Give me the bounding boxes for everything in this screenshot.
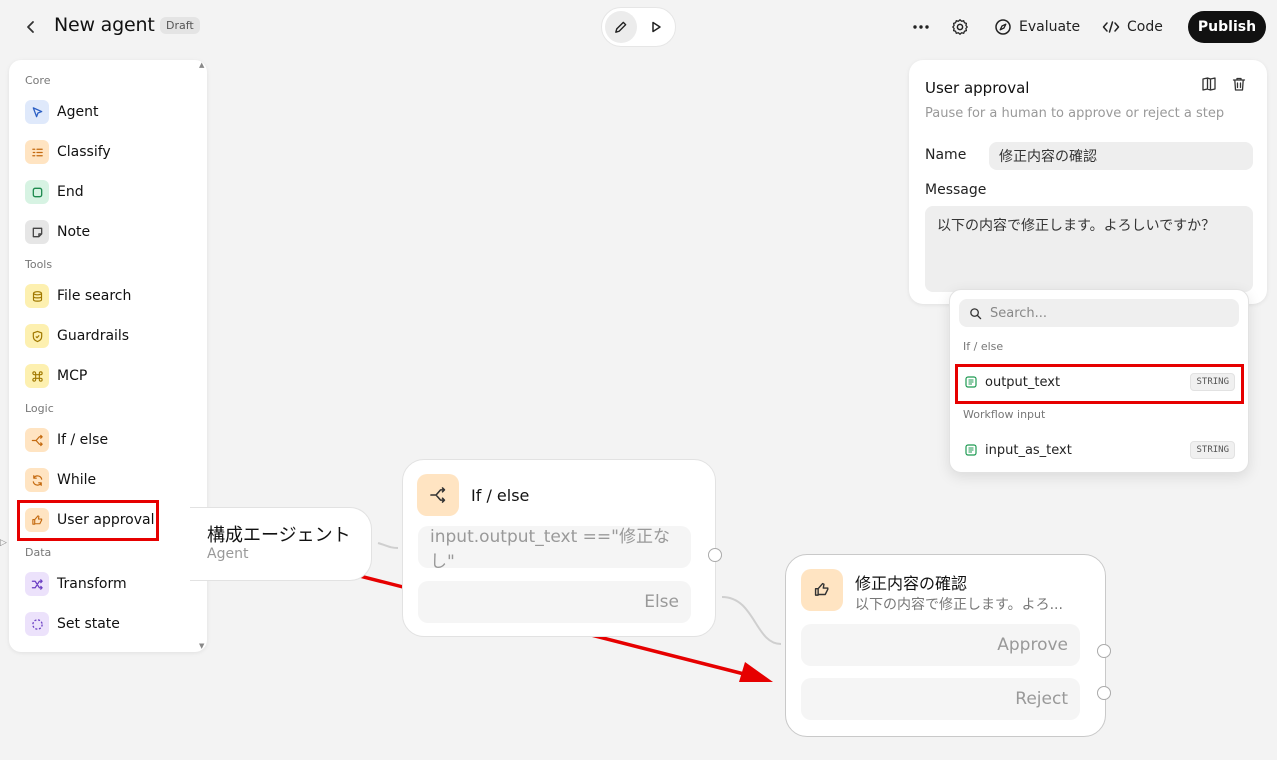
search-input[interactable] (990, 305, 1220, 321)
page-title: New agent (54, 14, 155, 36)
name-label: Name (925, 147, 967, 163)
palette-item-label: MCP (57, 368, 88, 384)
palette-item-label: File search (57, 288, 132, 304)
annotation-highlight-user-approval (17, 500, 159, 541)
search-icon (970, 307, 982, 319)
node-palette: ▲ Core Agent Classify End Note Tools Fil… (9, 60, 207, 652)
palette-item-transform[interactable]: Transform (17, 568, 199, 600)
palette-item-if-else[interactable]: If / else (17, 424, 199, 456)
palette-item-label: If / else (57, 432, 109, 448)
docs-icon[interactable] (1201, 76, 1217, 96)
palette-item-classify[interactable]: Classify (17, 136, 199, 168)
list-icon (25, 140, 49, 164)
branch-icon (417, 474, 459, 516)
cursor-icon (25, 100, 49, 124)
branch-icon (25, 428, 49, 452)
mode-toggle (601, 7, 676, 47)
preview-mode-button[interactable] (641, 11, 673, 43)
approval-node-subtitle: 以下の内容で修正します。よろ... (855, 597, 1063, 613)
palette-item-label: Transform (57, 576, 127, 592)
compass-icon (995, 19, 1011, 35)
connector-agent-to-ifelse (377, 542, 399, 549)
annotation-highlight-output-text (955, 364, 1244, 404)
approve-branch[interactable]: Approve (801, 624, 1080, 666)
palette-item-guardrails[interactable]: Guardrails (17, 320, 199, 352)
code-button[interactable]: Code (1102, 14, 1163, 40)
ellipsis-icon (913, 25, 929, 29)
palette-item-agent[interactable]: Agent (17, 96, 199, 128)
approve-output-handle[interactable] (1097, 644, 1111, 658)
gear-icon (952, 19, 968, 35)
section-tools: Tools (25, 258, 53, 271)
ifelse-node-title: If / else (471, 486, 530, 505)
pencil-icon (615, 21, 627, 33)
section-logic: Logic (25, 402, 54, 415)
thumbs-icon (801, 569, 843, 611)
message-label: Message (925, 182, 987, 198)
stop-icon (25, 180, 49, 204)
shuffle-icon (25, 572, 49, 596)
approval-node-title: 修正内容の確認 (855, 574, 968, 593)
palette-item-set-state[interactable]: Set state (17, 608, 199, 640)
palette-item-end[interactable]: End (17, 176, 199, 208)
section-data: Data (25, 546, 52, 559)
trash-icon[interactable] (1231, 76, 1247, 96)
inspector-title: User approval (925, 79, 1030, 97)
inspector-description: Pause for a human to approve or reject a… (925, 106, 1225, 121)
play-icon (652, 21, 661, 33)
shield-icon (25, 324, 49, 348)
variable-input-as-text[interactable]: input_as_text STRING (957, 434, 1241, 466)
evaluate-button[interactable]: Evaluate (994, 14, 1080, 40)
dashed-circle-icon (25, 612, 49, 636)
palette-item-label: Guardrails (57, 328, 130, 344)
connector-else-to-approval (721, 596, 782, 645)
text-variable-icon (965, 444, 977, 456)
palette-item-label: Agent (57, 104, 99, 120)
variable-search[interactable] (959, 299, 1239, 327)
collapse-handle-icon[interactable]: ▷ (0, 538, 7, 548)
ifelse-condition[interactable]: input.output_text =="修正なし" (418, 526, 691, 572)
evaluate-label: Evaluate (1019, 19, 1081, 35)
name-field[interactable]: 修正内容の確認 (989, 142, 1253, 170)
reject-output-handle[interactable] (1097, 686, 1111, 700)
scroll-up-icon[interactable]: ▲ (199, 61, 204, 69)
group-label-workflow-input: Workflow input (963, 408, 1046, 421)
type-badge: STRING (1190, 441, 1235, 459)
palette-item-label: Set state (57, 616, 120, 632)
palette-item-note[interactable]: Note (17, 216, 199, 248)
settings-button[interactable] (951, 14, 969, 40)
database-icon (25, 284, 49, 308)
status-badge: Draft (160, 17, 200, 34)
command-icon (25, 364, 49, 388)
code-label: Code (1127, 19, 1163, 35)
variable-name: input_as_text (985, 442, 1072, 458)
palette-item-while[interactable]: While (17, 464, 199, 496)
loop-icon (25, 468, 49, 492)
palette-item-label: End (57, 184, 84, 200)
back-icon[interactable] (18, 14, 44, 40)
reject-branch[interactable]: Reject (801, 678, 1080, 720)
note-icon (25, 220, 49, 244)
section-core: Core (25, 74, 51, 87)
ifelse-else-branch[interactable]: Else (418, 581, 691, 623)
group-label-if-else: If / else (963, 340, 1004, 353)
agent-node-subtitle: Agent (207, 546, 249, 562)
more-options-button[interactable] (912, 14, 930, 40)
edit-mode-button[interactable] (605, 11, 637, 43)
publish-button[interactable]: Publish (1188, 11, 1266, 43)
palette-item-mcp[interactable]: MCP (17, 360, 199, 392)
message-field[interactable]: 以下の内容で修正します。よろしいですか？ (925, 206, 1253, 292)
palette-item-label: Note (57, 224, 91, 240)
agent-node-title: 構成エージェント (207, 525, 351, 546)
scroll-down-icon[interactable]: ▼ (199, 642, 204, 650)
palette-item-label: While (57, 472, 97, 488)
palette-item-label: Classify (57, 144, 111, 160)
ifelse-output-handle[interactable] (708, 548, 722, 562)
palette-item-file-search[interactable]: File search (17, 280, 199, 312)
code-icon (1102, 21, 1120, 33)
